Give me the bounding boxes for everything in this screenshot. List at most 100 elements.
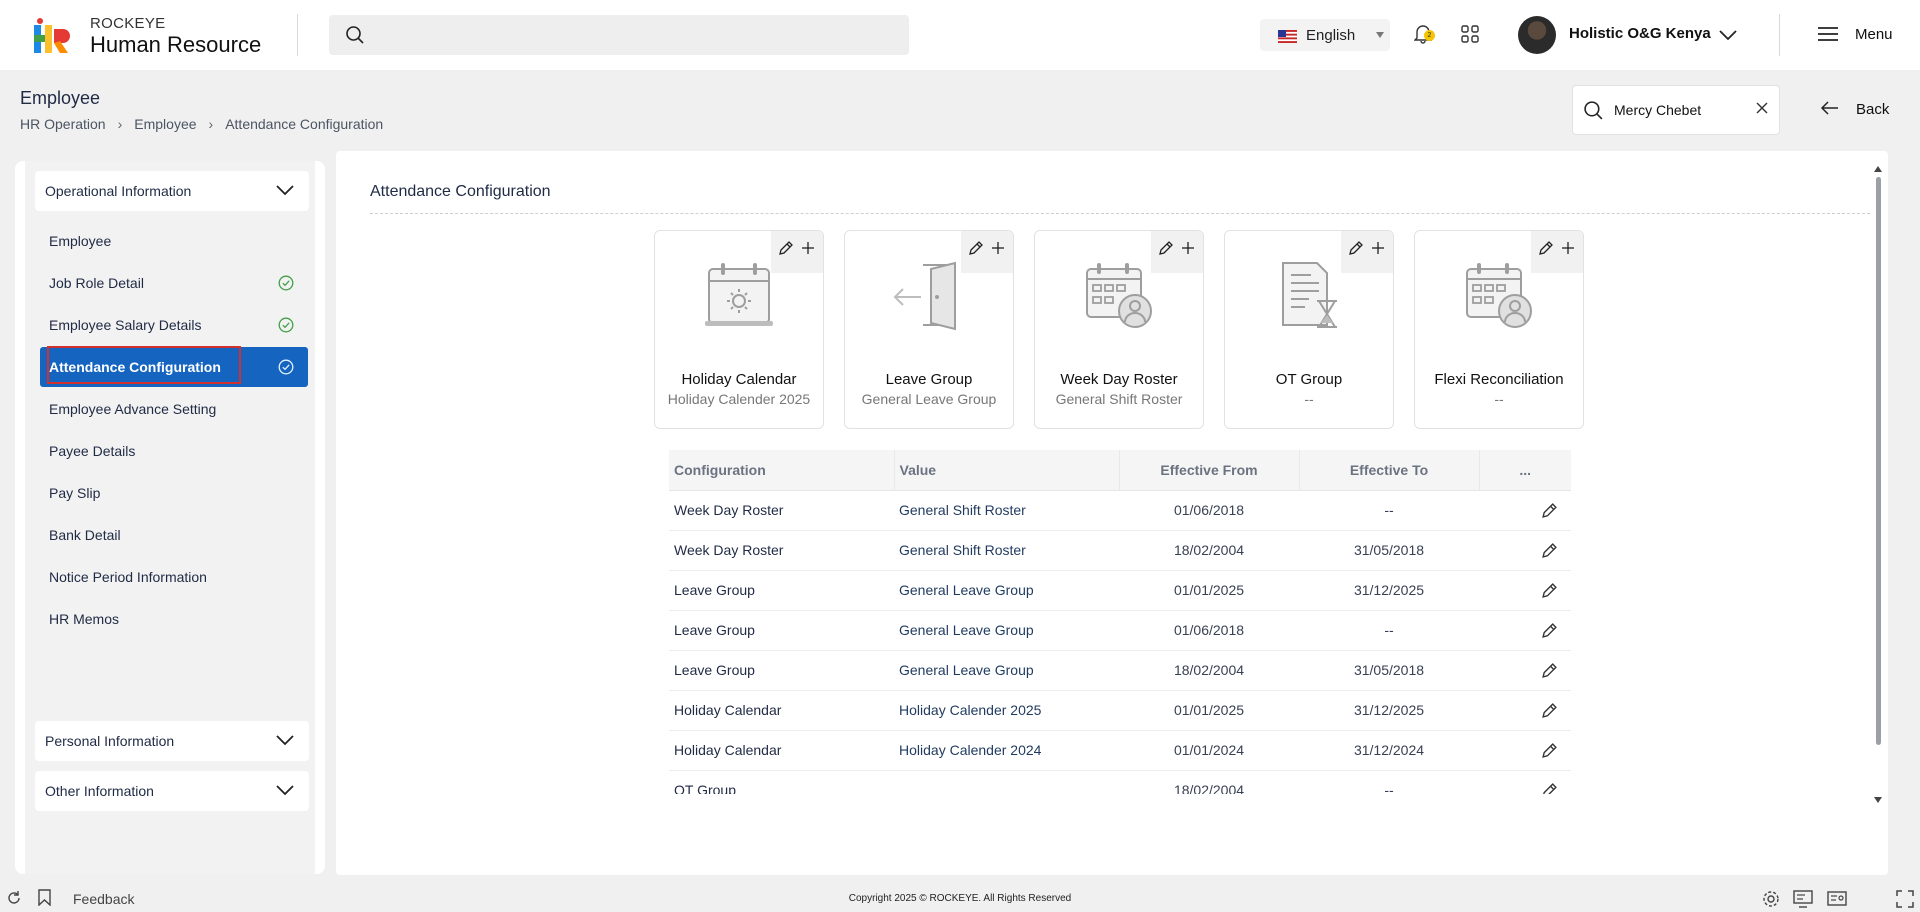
settings-icon[interactable]	[1762, 890, 1780, 908]
id-card-icon[interactable]	[1827, 890, 1847, 908]
card-holiday-calendar[interactable]: Holiday Calendar Holiday Calender 2025	[654, 230, 824, 429]
accordion-operational-information[interactable]: Operational Information	[35, 171, 309, 211]
pencil-icon[interactable]	[1541, 622, 1558, 639]
card-ot-group[interactable]: OT Group --	[1224, 230, 1394, 429]
sidebar-item-label: Payee Details	[49, 443, 136, 459]
sidebar-item-hr-memos[interactable]: HR Memos	[40, 599, 308, 639]
arrow-left-icon[interactable]	[1820, 100, 1840, 116]
user-name[interactable]: Holistic O&G Kenya	[1569, 25, 1711, 42]
cell-configuration: OT Group	[669, 770, 894, 794]
plus-icon[interactable]	[1561, 241, 1575, 255]
table-row: Leave Group General Leave Group 01/01/20…	[669, 570, 1571, 611]
card-title: Leave Group	[885, 371, 973, 388]
table-row: Leave Group General Leave Group 01/06/20…	[669, 610, 1571, 651]
card-leave-group[interactable]: Leave Group General Leave Group	[844, 230, 1014, 429]
plus-icon[interactable]	[1371, 241, 1385, 255]
attendance-config-table: Configuration Value Effective From Effec…	[669, 450, 1571, 794]
cell-value: General Leave Group	[894, 570, 1119, 611]
language-select[interactable]: English	[1260, 19, 1390, 51]
top-bar: ROCKEYE Human Resource English 2 Holisti…	[0, 0, 1920, 70]
pencil-icon[interactable]	[1541, 742, 1558, 759]
back-button[interactable]: Back	[1856, 101, 1889, 118]
scrollbar-thumb[interactable]	[1876, 177, 1881, 745]
door-exit-icon	[893, 261, 956, 331]
monitor-icon[interactable]	[1793, 890, 1813, 908]
card-week-day-roster[interactable]: Week Day Roster General Shift Roster	[1034, 230, 1204, 429]
employee-search-value: Mercy Chebet	[1614, 102, 1702, 118]
pencil-icon[interactable]	[1158, 240, 1174, 256]
global-search-input[interactable]	[329, 15, 909, 55]
rockeye-logo[interactable]	[32, 17, 72, 55]
pencil-icon[interactable]	[1538, 240, 1554, 256]
cell-value	[894, 770, 1119, 794]
card-value: --	[1494, 391, 1504, 407]
employee-search-input[interactable]: Mercy Chebet	[1572, 85, 1780, 135]
vertical-scrollbar[interactable]	[1874, 166, 1882, 803]
plus-icon[interactable]	[801, 241, 815, 255]
sidebar-item-job-role-detail[interactable]: Job Role Detail	[40, 263, 308, 303]
divider	[370, 213, 1870, 214]
chevron-down-icon[interactable]	[1718, 26, 1738, 44]
sidebar-item-label: Job Role Detail	[49, 275, 144, 291]
sidebar-item-pay-slip[interactable]: Pay Slip	[40, 473, 308, 513]
search-icon	[1584, 101, 1603, 120]
sidebar-item-employee[interactable]: Employee	[40, 221, 308, 261]
sidebar-item-payee-details[interactable]: Payee Details	[40, 431, 308, 471]
pencil-icon[interactable]	[1541, 702, 1558, 719]
chevron-down-icon	[276, 185, 294, 196]
chevron-down-icon	[276, 735, 294, 746]
main-panel: Attendance Configuration Holiday Calenda…	[336, 151, 1888, 875]
sidebar-item-bank-detail[interactable]: Bank Detail	[40, 515, 308, 555]
breadcrumb-employee[interactable]: Employee	[134, 116, 196, 132]
plus-icon[interactable]	[1181, 241, 1195, 255]
avatar[interactable]	[1518, 16, 1556, 54]
breadcrumb: HR Operation › Employee › Attendance Con…	[20, 116, 383, 132]
clear-icon[interactable]	[1755, 101, 1769, 115]
section-title: Attendance Configuration	[370, 183, 551, 200]
pencil-icon[interactable]	[1541, 542, 1558, 559]
cell-effective-to: --	[1299, 770, 1479, 794]
pencil-icon[interactable]	[1348, 240, 1364, 256]
sidebar-item-employee-salary-details[interactable]: Employee Salary Details	[40, 305, 308, 345]
cell-effective-to: 31/12/2025	[1299, 570, 1479, 611]
cell-effective-from: 18/02/2004	[1119, 770, 1299, 794]
menu-button[interactable]: Menu	[1855, 26, 1893, 43]
table-row: Holiday Calendar Holiday Calender 2024 0…	[669, 730, 1571, 771]
accordion-other-information[interactable]: Other Information	[35, 771, 309, 811]
pencil-icon[interactable]	[1541, 782, 1558, 795]
column-header-value[interactable]: Value	[894, 450, 1120, 491]
cell-effective-from: 01/01/2025	[1119, 570, 1299, 611]
calendar-person-icon	[1086, 263, 1152, 328]
scroll-down-arrow-icon[interactable]	[1874, 797, 1882, 803]
row-edit-cell	[1479, 730, 1571, 771]
calendar-sun-icon	[705, 263, 773, 326]
apps-grid-icon[interactable]	[1461, 25, 1479, 43]
check-circle-icon	[278, 317, 294, 333]
sidebar-item-label: Employee	[49, 233, 112, 249]
column-header-configuration[interactable]: Configuration	[669, 450, 895, 491]
column-header-effective-from[interactable]: Effective From	[1119, 450, 1300, 491]
scroll-up-arrow-icon[interactable]	[1874, 166, 1882, 172]
breadcrumb-hr-operation[interactable]: HR Operation	[20, 116, 106, 132]
sidebar-item-notice-period-information[interactable]: Notice Period Information	[40, 557, 308, 597]
pencil-icon[interactable]	[1541, 502, 1558, 519]
fullscreen-icon[interactable]	[1896, 890, 1914, 908]
pencil-icon[interactable]	[1541, 662, 1558, 679]
accordion-personal-information[interactable]: Personal Information	[35, 721, 309, 761]
row-edit-cell	[1479, 490, 1571, 531]
pencil-icon[interactable]	[1541, 582, 1558, 599]
breadcrumb-separator: ›	[208, 116, 214, 132]
card-flexi-reconciliation[interactable]: Flexi Reconciliation --	[1414, 230, 1584, 429]
pencil-icon[interactable]	[968, 240, 984, 256]
cell-configuration: Week Day Roster	[669, 530, 894, 571]
cell-configuration: Leave Group	[669, 610, 894, 651]
footer: Feedback Copyright 2025 © ROCKEYE. All R…	[0, 886, 1920, 912]
brand-product: Human Resource	[90, 32, 262, 57]
search-icon	[346, 26, 364, 44]
hamburger-icon[interactable]	[1817, 25, 1839, 43]
plus-icon[interactable]	[991, 241, 1005, 255]
column-header-effective-to[interactable]: Effective To	[1299, 450, 1480, 491]
cell-effective-to: 31/05/2018	[1299, 650, 1479, 691]
pencil-icon[interactable]	[778, 240, 794, 256]
sidebar-item-employee-advance-setting[interactable]: Employee Advance Setting	[40, 389, 308, 429]
